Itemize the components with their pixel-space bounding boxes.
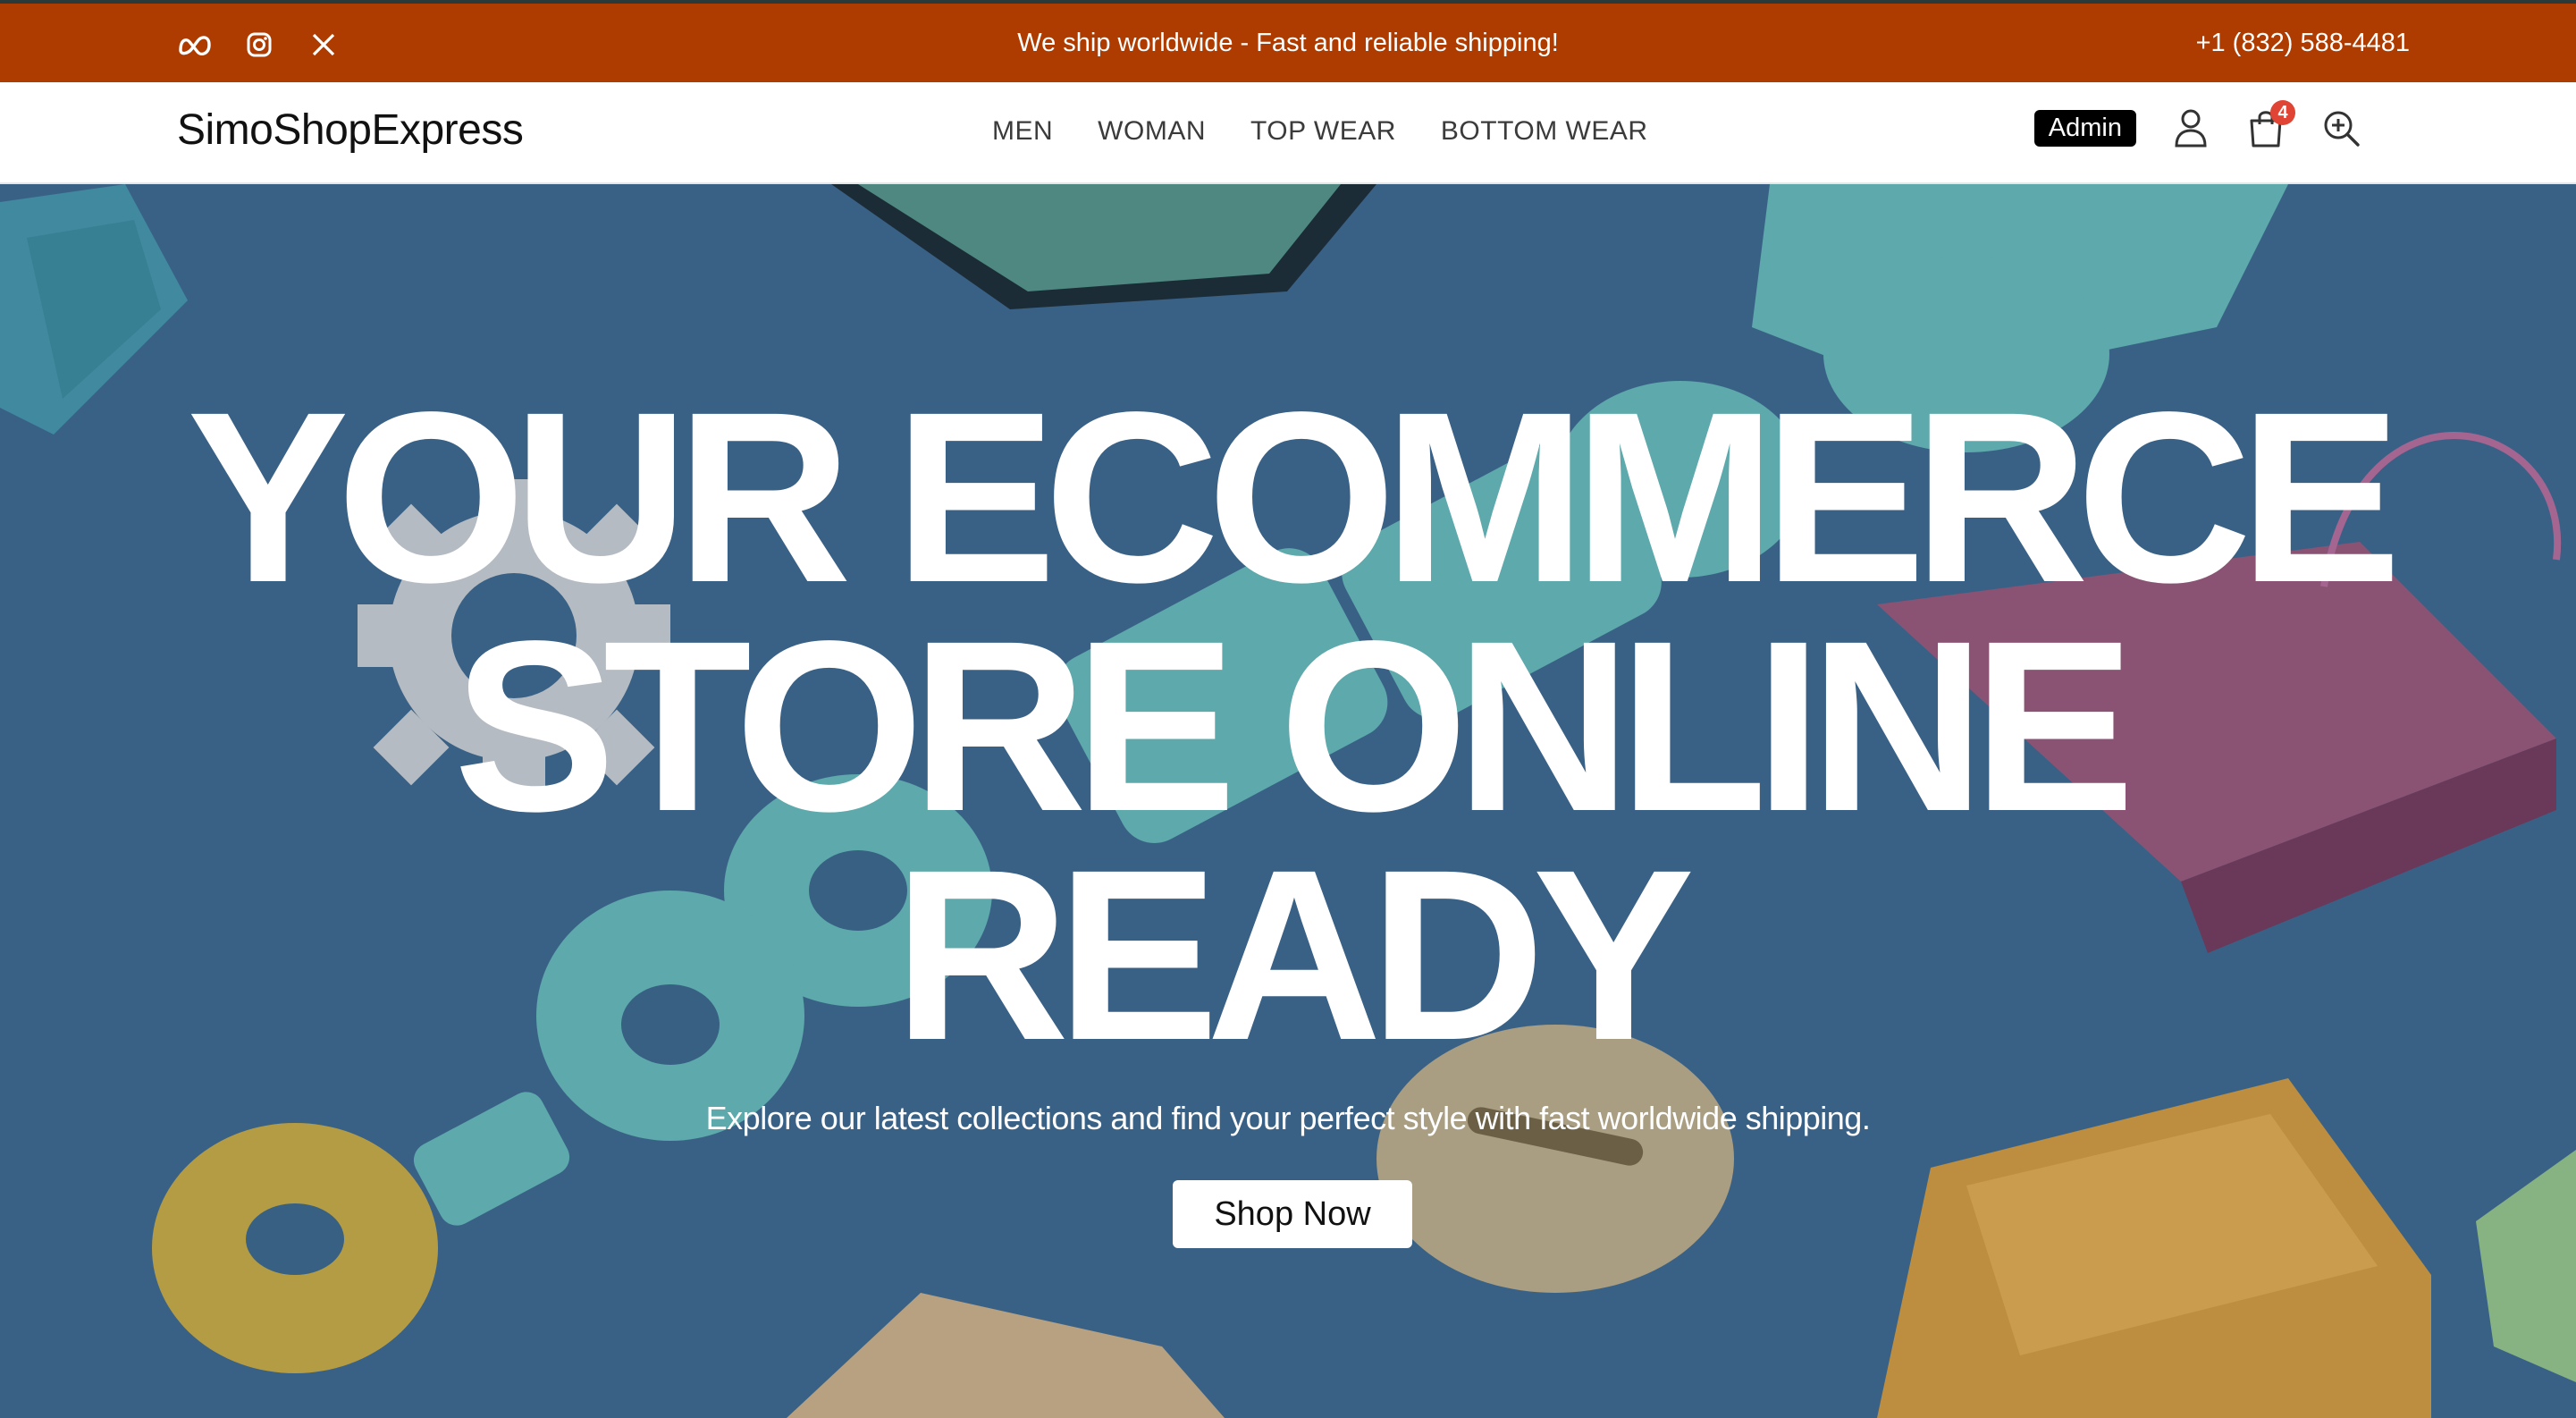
nav-top-wear[interactable]: TOP WEAR (1250, 116, 1396, 147)
announcement-text: We ship worldwide - Fast and reliable sh… (1017, 29, 1559, 57)
nav-men[interactable]: MEN (992, 116, 1053, 147)
hero-title-line-1: YOUR ECOMMERCE (187, 361, 2402, 633)
hero-title-line-2: STORE ONLINE (453, 590, 2134, 862)
hero-subtitle: Explore our latest collections and find … (705, 1100, 1871, 1136)
main-nav: MEN WOMAN TOP WEAR BOTTOM WEAR (992, 116, 1648, 147)
nav-bottom-wear[interactable]: BOTTOM WEAR (1441, 116, 1648, 147)
user-icon[interactable] (2170, 107, 2211, 148)
nav-woman[interactable]: WOMAN (1098, 116, 1206, 147)
admin-button[interactable]: Admin (2033, 109, 2136, 147)
site-logo[interactable]: SimoShopExpress (177, 106, 524, 155)
announcement-bar: We ship worldwide - Fast and reliable sh… (0, 0, 2576, 82)
search-icon[interactable] (2320, 107, 2361, 148)
hero-title-line-3: READY (893, 819, 1695, 1091)
shopping-bag-icon[interactable]: 4 (2245, 100, 2295, 148)
main-header: SimoShopExpress MEN WOMAN TOP WEAR BOTTO… (0, 82, 2576, 184)
header-actions: Admin 4 (2033, 100, 2361, 148)
hero-banner: YOUR ECOMMERCE STORE ONLINE READY Explor… (0, 184, 2576, 1418)
hero-title: YOUR ECOMMERCE STORE ONLINE READY (0, 361, 2576, 1091)
phone-number[interactable]: +1 (832) 588-4481 (2196, 29, 2410, 58)
cart-count-badge: 4 (2270, 100, 2295, 125)
shop-now-button[interactable]: Shop Now (1173, 1180, 1412, 1248)
